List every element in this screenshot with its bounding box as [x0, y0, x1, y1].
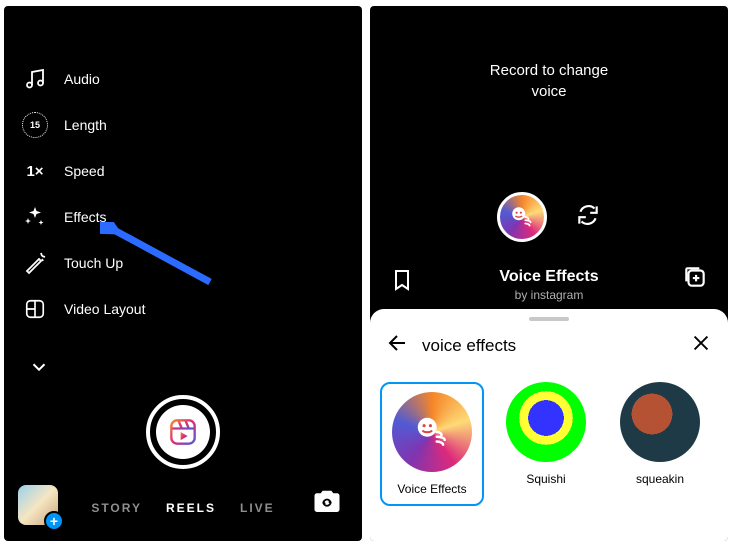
result-label: Voice Effects	[397, 482, 466, 496]
back-button[interactable]	[386, 331, 410, 360]
tool-label: Touch Up	[64, 255, 123, 271]
retry-button[interactable]	[575, 202, 601, 233]
sparkles-icon	[22, 204, 48, 230]
effects-sheet: voice effects Voice	[370, 309, 728, 541]
tool-effects[interactable]: Effects	[22, 204, 145, 230]
tool-label: Effects	[64, 209, 107, 225]
speed-icon: 1×	[22, 158, 48, 184]
result-thumb-icon	[506, 382, 586, 462]
clear-search-button[interactable]	[690, 332, 712, 359]
tool-layout[interactable]: Video Layout	[22, 296, 145, 322]
tool-label: Video Layout	[64, 301, 145, 317]
tool-label: Length	[64, 117, 107, 133]
result-thumb-icon	[620, 382, 700, 462]
tool-label: Audio	[64, 71, 100, 87]
mode-tabs: STORY REELS LIVE	[4, 501, 362, 515]
tool-list: Audio 15 Length 1× Speed	[22, 66, 145, 380]
arrow-left-icon	[386, 331, 410, 355]
result-squishi[interactable]: Squishi	[494, 382, 598, 506]
reels-create-screen: Audio 15 Length 1× Speed	[4, 6, 362, 541]
result-thumb-icon	[392, 392, 472, 472]
tool-more[interactable]	[26, 354, 145, 380]
reels-shutter-icon	[156, 405, 210, 459]
result-squeakin[interactable]: squeakin	[608, 382, 712, 506]
voice-face-icon	[509, 204, 535, 230]
effect-name: Voice Effects	[370, 268, 728, 286]
mode-tab-live[interactable]: LIVE	[240, 501, 275, 515]
record-button[interactable]	[146, 395, 220, 469]
sheet-drag-handle[interactable]	[529, 317, 569, 321]
tool-label: Speed	[64, 163, 104, 179]
effect-author: by instagram	[370, 288, 728, 302]
add-to-collection-button[interactable]	[682, 264, 708, 295]
tool-speed[interactable]: 1× Speed	[22, 158, 145, 184]
flip-camera-icon	[312, 487, 342, 522]
effect-title-block: Voice Effects by instagram	[370, 268, 728, 302]
tool-length[interactable]: 15 Length	[22, 112, 145, 138]
mode-tab-reels[interactable]: REELS	[166, 501, 216, 515]
result-label: squeakin	[636, 472, 684, 486]
effect-results: Voice Effects Squishi squeakin	[370, 370, 728, 518]
tool-touchup[interactable]: Touch Up	[22, 250, 145, 276]
effect-preview[interactable]	[497, 192, 547, 242]
tool-audio[interactable]: Audio	[22, 66, 145, 92]
search-input[interactable]: voice effects	[422, 336, 678, 356]
chevron-down-icon	[26, 354, 52, 380]
music-icon	[22, 66, 48, 92]
mode-tab-story[interactable]: STORY	[91, 501, 142, 515]
voice-effects-screen: Record to change voice V	[370, 6, 728, 541]
close-icon	[690, 332, 712, 354]
result-label: Squishi	[526, 472, 565, 486]
wand-icon	[22, 250, 48, 276]
collection-plus-icon	[682, 264, 708, 290]
result-voice-effects[interactable]: Voice Effects	[380, 382, 484, 506]
layout-icon	[22, 296, 48, 322]
flip-camera-button[interactable]	[310, 487, 344, 521]
refresh-icon	[575, 202, 601, 228]
record-hint: Record to change voice	[370, 60, 728, 102]
length-icon: 15	[22, 112, 48, 138]
